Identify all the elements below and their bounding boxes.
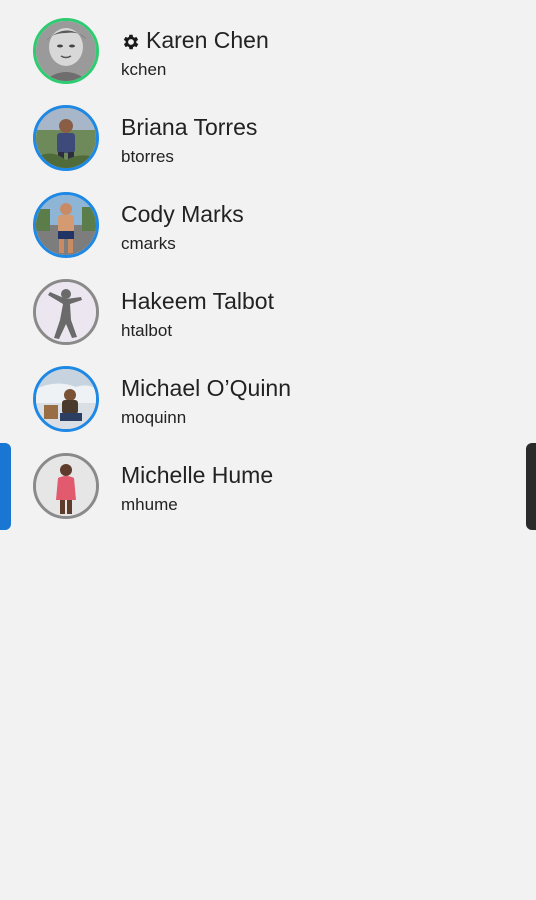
gear-icon: [121, 31, 141, 51]
user-handle: mhume: [121, 495, 178, 514]
user-row-moquinn[interactable]: Michael O’Quinn moquinn: [0, 348, 536, 435]
user-handle: btorres: [121, 147, 174, 166]
user-name: Cody Marks: [121, 201, 244, 227]
user-row-kchen[interactable]: Karen Chen kchen: [0, 0, 536, 87]
user-handle: kchen: [121, 60, 167, 79]
user-handle: htalbot: [121, 321, 173, 340]
avatar[interactable]: [33, 192, 99, 258]
user-row-htalbot[interactable]: Hakeem Talbot htalbot: [0, 261, 536, 348]
avatar[interactable]: [33, 453, 99, 519]
user-row-cmarks[interactable]: Cody Marks cmarks: [0, 174, 536, 261]
avatar[interactable]: [33, 279, 99, 345]
avatar-photo: [36, 282, 96, 342]
user-name: Briana Torres: [121, 114, 258, 140]
avatar[interactable]: [33, 105, 99, 171]
left-edge-tab[interactable]: [0, 443, 11, 530]
user-row-btorres[interactable]: Briana Torres btorres: [0, 87, 536, 174]
user-handle: cmarks: [121, 234, 176, 253]
avatar[interactable]: [33, 366, 99, 432]
avatar-photo: [36, 21, 96, 81]
avatar-photo: [36, 369, 96, 429]
user-handle: moquinn: [121, 408, 187, 427]
user-name-text: Karen Chen: [146, 27, 269, 53]
user-name: Hakeem Talbot: [121, 288, 274, 314]
user-name: Karen Chen: [121, 27, 269, 54]
user-row-mhume[interactable]: Michelle Hume mhume: [0, 435, 536, 522]
avatar-photo: [36, 456, 96, 516]
avatar-photo: [36, 195, 96, 255]
right-edge-tab[interactable]: [526, 443, 536, 530]
user-name: Michael O’Quinn: [121, 375, 292, 401]
user-name: Michelle Hume: [121, 462, 274, 488]
avatar-photo: [36, 108, 96, 168]
avatar[interactable]: [33, 18, 99, 84]
